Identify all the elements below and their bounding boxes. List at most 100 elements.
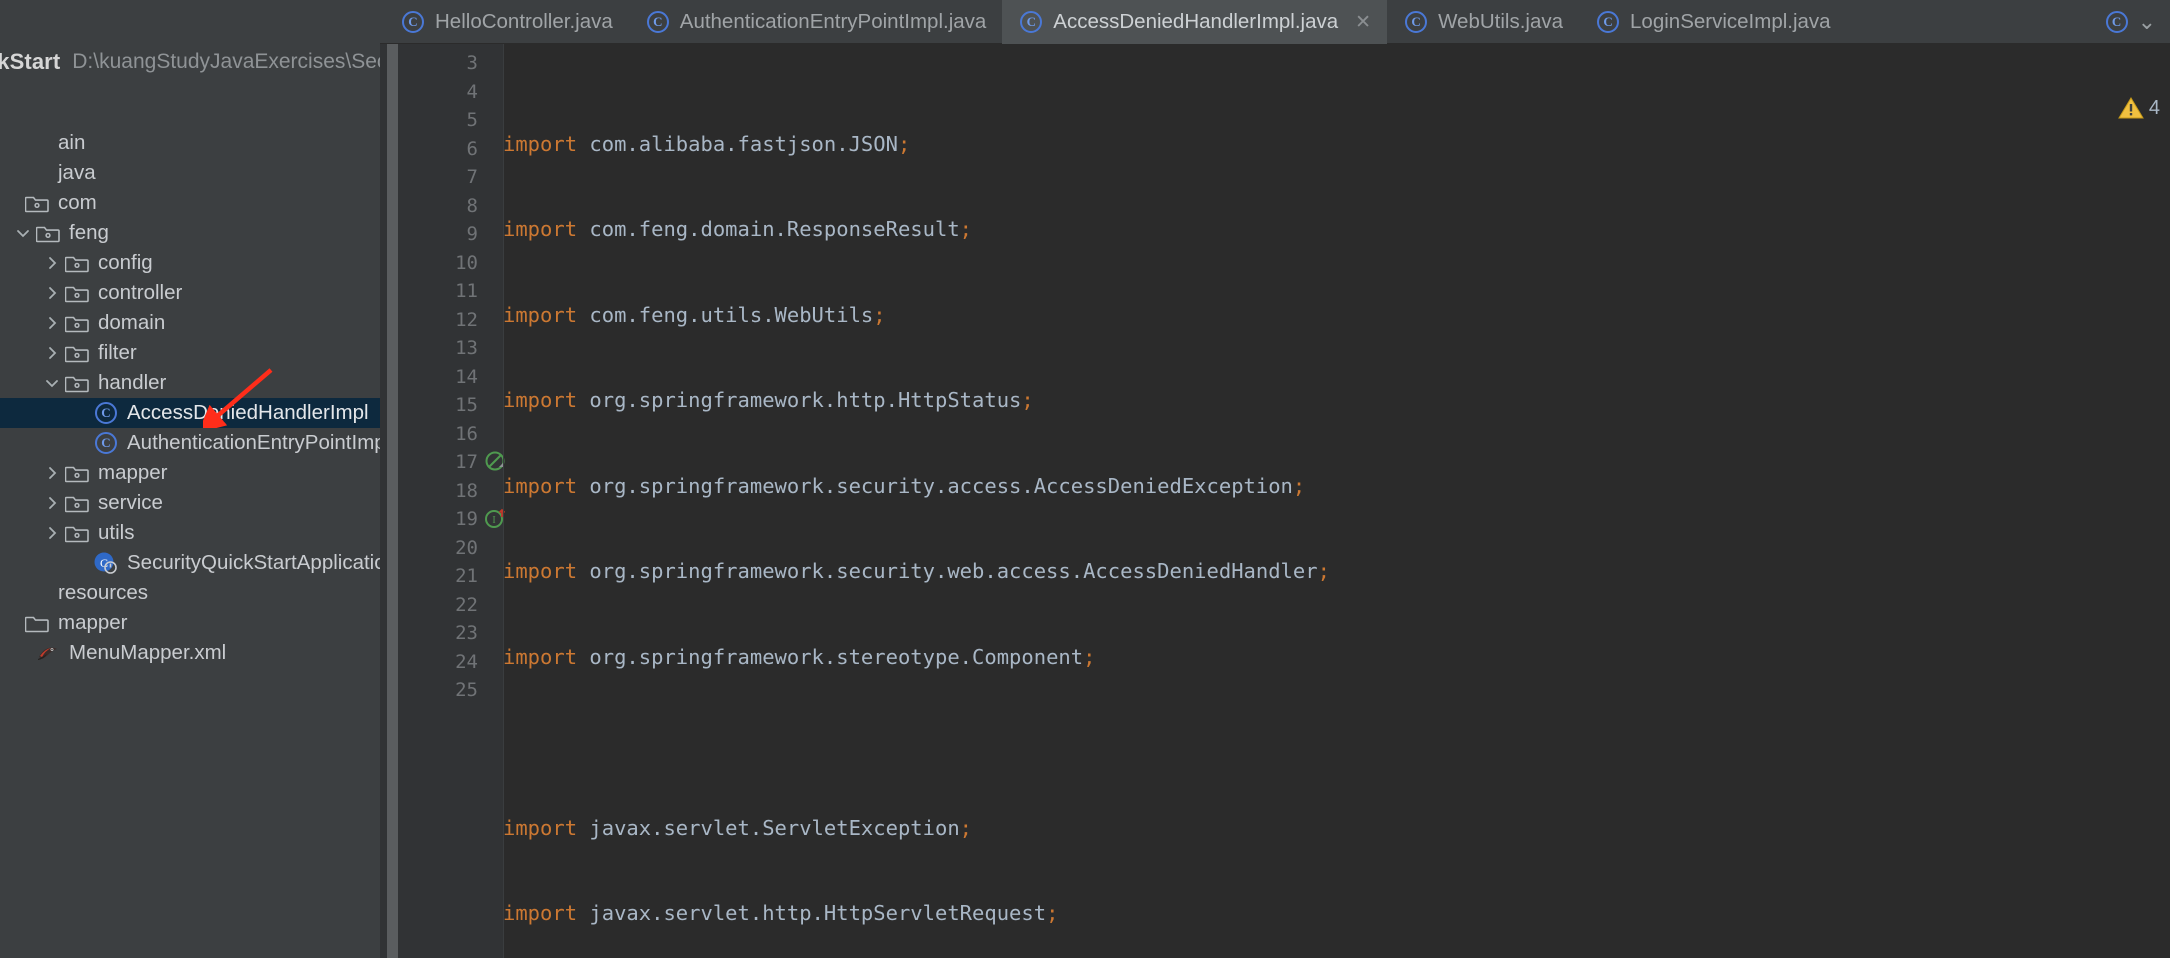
tree-item-label: config [98,251,153,274]
tree-item-label: ain [58,131,86,154]
project-path: D:\kuangStudyJavaExercises\SecurityQ [72,50,380,73]
line-number: 6 [466,137,478,160]
tree-item-utils[interactable]: utils [0,518,380,548]
tree-item-label: controller [98,281,183,304]
close-icon[interactable]: ✕ [1355,11,1371,34]
tree-icon-none [24,130,50,156]
java-class-icon: C [402,11,424,33]
tree-item-domain[interactable]: domain [0,308,380,338]
java-class-icon: C [1405,11,1428,33]
line-number: 14 [455,365,478,388]
tree-item-label: filter [98,341,137,364]
line-number: 9 [466,223,478,245]
line-number: 11 [455,280,478,302]
tree-item-label: java [58,161,96,184]
tree-item-label: mapper [98,461,168,484]
tree-item-label: AccessDeniedHandlerImpl [127,401,369,424]
chevron-right-icon[interactable] [40,488,64,518]
chevron-down-icon[interactable] [11,218,35,248]
line-number: 16 [455,422,478,445]
java-class-icon: C [93,430,119,456]
chevron-down-icon[interactable]: ⌄ [2138,9,2156,35]
line-number: 8 [466,194,478,217]
tree-item-authenticationentrypointimpl[interactable]: C AuthenticationEntryPointImpl [0,428,380,458]
tree-item-com[interactable]: com [0,188,380,218]
tree-item-label: resources [58,581,149,604]
warning-count: 4 [2148,96,2160,119]
code-line-7: import org.springframework.security.acce… [503,473,1306,498]
tree-item-config[interactable]: config [0,248,380,278]
folder-src-icon [64,280,90,306]
chevron-down-icon[interactable] [40,368,64,398]
java-class-icon: C [93,400,119,426]
line-number: 4 [466,80,478,103]
tree-item-filter[interactable]: filter [0,338,380,368]
code-line-12: import javax.servlet.http.HttpServletReq… [503,901,1059,925]
project-tree: ain java com feng config controller domain filt… [0,128,380,668]
svg-text:I: I [492,515,495,526]
tree-item-resources[interactable]: resources [0,578,380,608]
editor-tab-hellocontroller[interactable]: C HelloController.java [384,0,629,44]
code-line-9: import org.springframework.stereotype.Co… [503,644,1096,669]
folder-plain-icon [24,610,50,636]
intellij-idea-window: QuickStart D:\kuangStudyJavaExercises\Se… [0,0,2170,958]
tree-item-service[interactable]: service [0,488,380,518]
tab-label: AuthenticationEntryPointImpl.java [679,10,987,33]
line-number: 23 [455,622,478,644]
tree-item-securityquickstartapplication[interactable]: C SecurityQuickStartApplication [0,548,380,578]
editor-tab-accessdeniedhandlerimpl[interactable]: C AccessDeniedHandlerImpl.java ✕ [1002,0,1388,44]
editor-tab-webutils[interactable]: C WebUtils.java [1387,0,1579,44]
tab-label: LoginServiceImpl.java [1630,10,1831,33]
project-header[interactable]: QuickStart D:\kuangStudyJavaExercises\Se… [0,44,380,80]
line-number: 18 [455,479,478,502]
line-number: 19 [455,508,478,530]
tab-list: C HelloController.java C AuthenticationEntr… [384,0,1847,44]
tree-item-label: MenuMapper.xml [69,641,227,664]
folder-src-icon [35,220,61,246]
tree-item-java[interactable]: java [0,158,380,188]
tab-overflow-area[interactable]: C ⌄ [2105,0,2164,44]
tree-item-label: utils [98,521,135,544]
code-line-6: import org.springframework.http.HttpStat… [503,388,1034,412]
tree-item-label: com [58,191,97,214]
tree-item-label: mapper [58,611,128,634]
chevron-right-icon[interactable] [40,248,64,278]
tree-item-accessdeniedhandlerimpl[interactable]: C AccessDeniedHandlerImpl [0,398,380,428]
tree-item-menumapper-xml[interactable]: MenuMapper.xml [0,638,380,668]
inspection-widget[interactable]: 4 [2117,96,2160,120]
tree-item-feng[interactable]: feng [0,218,380,248]
chevron-right-icon[interactable] [40,458,64,488]
tree-item-ain[interactable]: ain [0,128,380,158]
chevron-right-icon[interactable] [40,338,64,368]
project-name: QuickStart [0,49,61,74]
editor-gutter[interactable]: 3 4 5 6 7 8 9 10 11 12 13 14 15 16 17 18 19 I 20 21 22 23 24 25 [380,44,506,958]
java-class-icon: C [1020,11,1043,33]
warning-triangle-icon[interactable] [2117,96,2144,120]
line-number: 5 [466,109,478,131]
editor-tab-loginserviceimpl[interactable]: C LoginServiceImpl.java [1579,0,1847,44]
line-number: 15 [455,394,478,416]
editor-tab-authenticationentrypointimpl[interactable]: C AuthenticationEntryPointImpl.java [629,0,1003,44]
tree-icon-none [24,580,50,606]
xml-file-icon [35,640,61,666]
tree-item-mapper[interactable]: mapper [0,458,380,488]
tree-item-mapper[interactable]: mapper [0,608,380,638]
chevron-right-icon[interactable] [40,518,64,548]
folder-src-icon [24,190,50,216]
tree-item-handler[interactable]: handler [0,368,380,398]
line-number: 25 [455,679,478,701]
code-editor[interactable]: 3 4 5 6 7 8 9 10 11 12 13 14 15 16 17 18 19 I 20 21 22 23 24 25… [380,44,2170,958]
tree-item-controller[interactable]: controller [0,278,380,308]
chevron-right-icon[interactable] [40,278,64,308]
tree-item-label: SecurityQuickStartApplication [127,551,380,574]
code-line-11: import javax.servlet.ServletException; [503,815,973,840]
folder-src-icon [64,460,90,486]
folder-src-icon [64,520,90,546]
code-content[interactable]: import com.alibaba.fastjson.JSON; import… [503,44,2170,958]
chevron-right-icon[interactable] [40,308,64,338]
line-number: 20 [455,536,478,559]
